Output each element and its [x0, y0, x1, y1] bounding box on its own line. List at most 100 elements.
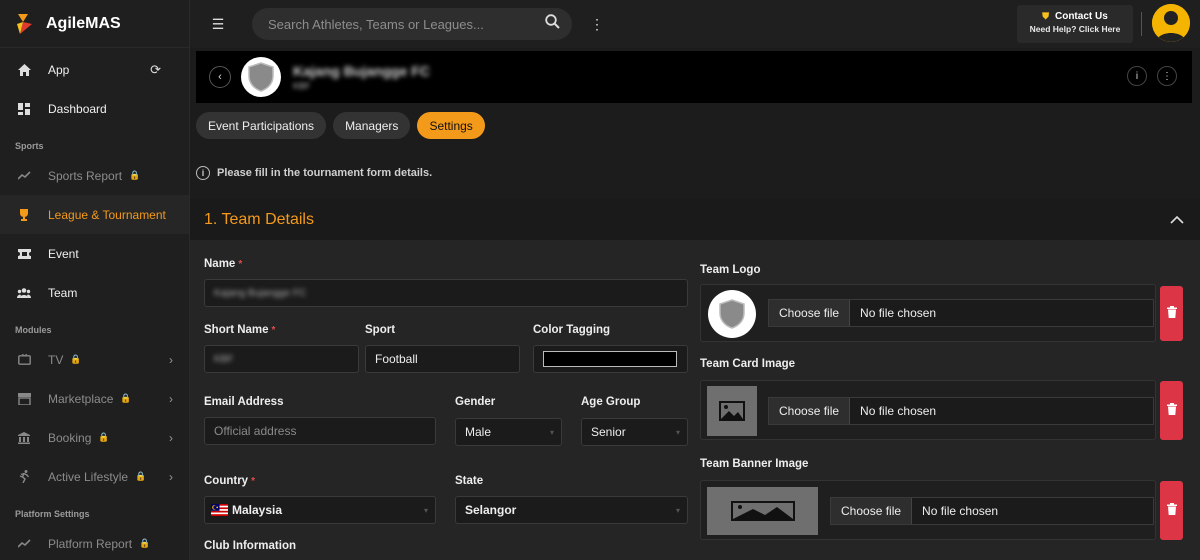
team-name: Kajang Bujangge FC [293, 63, 430, 79]
sidebar-item-team[interactable]: Team [0, 273, 189, 312]
search-bar[interactable] [252, 8, 572, 40]
brand[interactable]: AgileMAS [0, 0, 189, 48]
image-placeholder-icon [707, 386, 757, 436]
form-hint: i Please fill in the tournament form det… [196, 166, 432, 180]
more-vertical-icon[interactable]: ⋮ [1157, 66, 1177, 86]
email-field[interactable]: Official address [204, 417, 436, 445]
avatar[interactable] [1152, 4, 1190, 42]
team-card-file-input[interactable]: Choose file No file chosen [768, 397, 1154, 425]
choose-file-button[interactable]: Choose file [831, 498, 913, 524]
sidebar-item-label: League & Tournament [48, 207, 166, 222]
color-tagging-label: Color Tagging [533, 324, 611, 336]
sidebar-item-dashboard[interactable]: Dashboard [0, 89, 189, 128]
chevron-up-icon[interactable] [1170, 211, 1184, 227]
team-logo-file-input[interactable]: Choose file No file chosen [768, 299, 1154, 327]
team-details-header[interactable]: 1. Team Details [190, 199, 1200, 240]
color-tagging-field[interactable] [533, 345, 688, 373]
choose-file-button[interactable]: Choose file [769, 300, 851, 326]
tab-settings[interactable]: Settings [417, 112, 485, 139]
age-group-label: Age Group [581, 396, 641, 408]
sidebar-item-event[interactable]: Event [0, 234, 189, 273]
menu-icon[interactable]: ☰ [210, 16, 226, 33]
tab-event-participations[interactable]: Event Participations [196, 112, 327, 139]
age-group-select[interactable]: Senior ▾ [581, 418, 688, 446]
file-status: No file chosen [860, 306, 937, 320]
gender-value: Male [465, 425, 492, 439]
sidebar-item-booking[interactable]: Booking 🔒 › [0, 418, 189, 457]
dashboard-icon [16, 101, 32, 117]
sidebar-item-label: Dashboard [48, 101, 107, 116]
delete-banner-button[interactable] [1160, 481, 1183, 540]
name-label: Name * [204, 258, 242, 270]
choose-file-button[interactable]: Choose file [769, 398, 851, 424]
team-banner-file-input[interactable]: Choose file No file chosen [830, 497, 1154, 525]
store-icon [16, 391, 32, 407]
delete-logo-button[interactable] [1160, 286, 1183, 341]
sport-value: Football [375, 352, 418, 366]
sidebar-item-label: TV [48, 352, 64, 367]
sidebar-item-platform-report[interactable]: Platform Report 🔒 [0, 524, 189, 560]
home-icon [16, 62, 32, 78]
contact-subtitle: Need Help? Click Here [1029, 24, 1121, 34]
sidebar-item-league-tournament[interactable]: League & Tournament [0, 195, 189, 234]
chevron-down-icon: ▾ [675, 505, 680, 515]
trend-icon [16, 168, 32, 184]
lock-icon: 🔒 [129, 170, 141, 180]
team-crest [241, 57, 281, 97]
short-name-field[interactable]: KBF [204, 345, 359, 373]
country-value: Malaysia [232, 503, 283, 517]
email-placeholder: Official address [214, 424, 297, 438]
club-information-label: Club Information [204, 540, 296, 552]
state-select[interactable]: Selangor ▾ [455, 496, 688, 524]
trophy-icon [16, 207, 32, 223]
short-name-label-text: Short Name [204, 324, 269, 336]
sidebar-item-sports-report[interactable]: Sports Report 🔒 [0, 156, 189, 195]
file-status: No file chosen [860, 404, 937, 418]
state-label: State [455, 475, 484, 487]
search-input[interactable] [268, 16, 528, 32]
country-select[interactable]: Malaysia ▾ [204, 496, 436, 524]
gender-select[interactable]: Male ▾ [455, 418, 562, 446]
sidebar-item-label: Active Lifestyle [48, 469, 129, 484]
agilemas-logo [14, 12, 36, 36]
name-field[interactable]: Kajang Bujangge FC [204, 279, 688, 307]
sidebar-item-active-lifestyle[interactable]: Active Lifestyle 🔒 › [0, 457, 189, 496]
chevron-down-icon: ▾ [675, 427, 680, 437]
tab-managers[interactable]: Managers [333, 112, 411, 139]
section-platform-settings: Platform Settings [15, 509, 90, 519]
search-icon[interactable] [545, 14, 560, 34]
more-vertical-icon[interactable]: ⋮ [590, 16, 604, 33]
info-icon: i [196, 166, 210, 180]
country-label: Country * [204, 475, 255, 487]
gender-label: Gender [455, 396, 496, 408]
lock-icon: 🔒 [139, 538, 151, 548]
sidebar-item-marketplace[interactable]: Marketplace 🔒 › [0, 379, 189, 418]
trash-icon [1166, 402, 1177, 420]
chevron-right-icon: › [169, 430, 173, 445]
sidebar-item-tv[interactable]: TV 🔒 › [0, 340, 189, 379]
ticket-icon [16, 246, 32, 262]
delete-card-button[interactable] [1160, 381, 1183, 440]
trash-icon [1166, 502, 1177, 520]
tab-bar: Event Participations Managers Settings [196, 112, 485, 139]
back-button[interactable]: ‹ [209, 66, 231, 88]
refresh-icon[interactable]: ⟳ [150, 62, 161, 78]
top-bar: ☰ ⋮ ⛊ Contact Us Need Help? Click Here [190, 0, 1200, 48]
lock-icon: 🔒 [120, 393, 132, 403]
sport-label: Sport [365, 324, 396, 336]
short-name-label: Short Name * [204, 324, 275, 336]
sidebar-item-label: Marketplace [48, 391, 114, 406]
contact-us-button[interactable]: ⛊ Contact Us Need Help? Click Here [1017, 5, 1133, 43]
info-icon[interactable]: i [1127, 66, 1147, 86]
form-hint-text: Please fill in the tournament form detai… [217, 167, 433, 179]
chevron-right-icon: › [169, 391, 173, 406]
sidebar-item-label: Event [48, 246, 79, 261]
sport-field[interactable]: Football [365, 345, 520, 373]
sidebar-item-app[interactable]: App ⟳ [0, 50, 189, 89]
divider [1141, 12, 1142, 36]
file-status: No file chosen [922, 504, 999, 518]
section-sports: Sports [15, 141, 44, 151]
name-label-text: Name [204, 258, 236, 270]
malaysia-flag-icon [211, 504, 228, 516]
color-swatch [543, 351, 677, 367]
